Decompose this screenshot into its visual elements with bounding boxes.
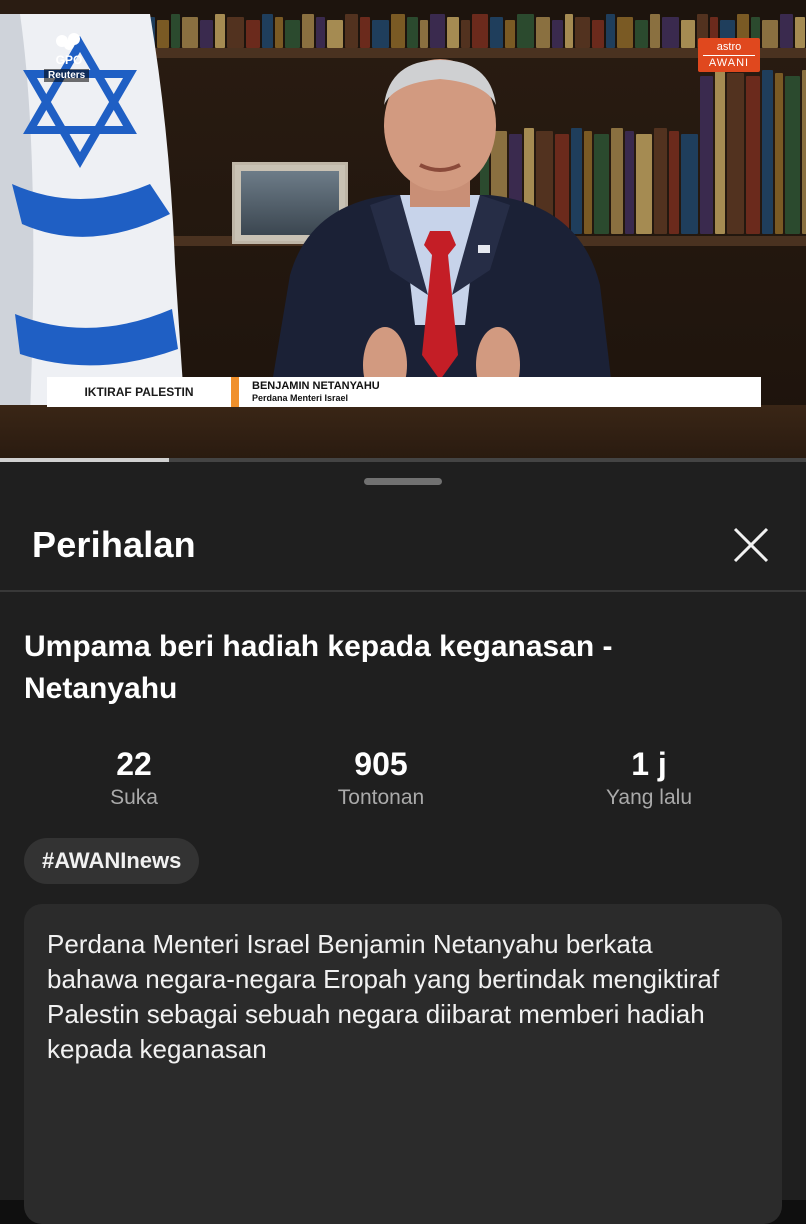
book-spine (775, 73, 783, 234)
book-spine (372, 20, 389, 48)
sheet-title: Perihalan (32, 524, 196, 565)
close-x-icon (733, 527, 769, 563)
book-spine (802, 70, 806, 234)
book-spine (461, 20, 470, 48)
book-spine (636, 134, 652, 234)
likes-label: Suka (110, 786, 158, 809)
description-text: Perdana Menteri Israel Benjamin Netanyah… (47, 929, 720, 1064)
stat-age: 1 j Yang lalu (549, 745, 749, 811)
drag-handle[interactable] (364, 478, 442, 485)
gpo-emblem-icon (56, 33, 80, 50)
header-divider (0, 590, 806, 592)
book-spine (762, 70, 773, 234)
book-spine (606, 14, 615, 48)
book-spine (391, 14, 405, 48)
book-spine (215, 14, 225, 48)
close-button[interactable] (728, 522, 774, 568)
book-spine (536, 17, 550, 48)
book-spine (700, 76, 713, 234)
book-spine (246, 20, 260, 48)
book-spine (746, 76, 760, 234)
book-spine (785, 76, 800, 234)
book-spine (715, 70, 725, 234)
description-sheet: Perihalan Umpama beri hadiah kepada kega… (0, 462, 806, 1224)
book-spine (762, 20, 778, 48)
channel-logo-top: astro (716, 41, 742, 53)
lower-third-name: BENJAMIN NETANYAHU (252, 380, 380, 392)
channel-logo-bottom: AWANI (703, 55, 755, 70)
book-spine (552, 20, 563, 48)
lower-third-role: Perdana Menteri Israel (252, 393, 349, 403)
lower-third: IKTIRAF PALESTIN BENJAMIN NETANYAHU Perd… (47, 377, 761, 407)
book-spine (635, 20, 648, 48)
book-spine (345, 14, 358, 48)
description-box: Perdana Menteri Israel Benjamin Netanyah… (24, 904, 782, 1224)
book-spine (617, 17, 633, 48)
stat-likes: 22 Suka (34, 745, 234, 811)
book-spine (654, 128, 667, 234)
book-spine (565, 14, 573, 48)
book-spine (420, 20, 428, 48)
upload-age: 1 j (631, 746, 667, 782)
book-spine (407, 17, 418, 48)
book-spine (200, 20, 213, 48)
source-credit: Reuters (44, 69, 90, 82)
israel-flag (0, 14, 190, 414)
book-spine (285, 20, 300, 48)
hashtag-chip[interactable]: #AWANInews (24, 838, 200, 884)
book-spine (316, 17, 325, 48)
video-title: Umpama beri hadiah kepada keganasan - Ne… (24, 630, 613, 705)
book-spine (505, 20, 515, 48)
channel-logo: astro AWANI (698, 38, 760, 72)
book-spine (490, 17, 503, 48)
views-count: 905 (354, 746, 408, 782)
book-spine (650, 14, 660, 48)
book-spine (681, 134, 698, 234)
gpo-logo: GPO (42, 32, 96, 67)
book-spine (430, 14, 445, 48)
book-spine (360, 17, 370, 48)
book-spine (669, 131, 679, 234)
book-spine (517, 14, 534, 48)
lower-third-accent (231, 377, 239, 407)
likes-count: 22 (116, 746, 152, 782)
video-player[interactable]: GPO Reuters astro AWANI IKTIRAF PALESTIN… (0, 0, 806, 458)
book-spine (575, 17, 590, 48)
book-spine (472, 14, 488, 48)
book-spine (327, 20, 343, 48)
book-spine (447, 17, 459, 48)
gpo-logo-text: GPO (55, 53, 83, 67)
stat-views: 905 Tontonan (281, 745, 481, 811)
book-spine (780, 14, 793, 48)
views-label: Tontonan (337, 786, 425, 809)
book-spine (727, 73, 744, 234)
book-spine (227, 17, 244, 48)
book-spine (662, 17, 679, 48)
book-spine (262, 14, 273, 48)
upload-age-label: Yang lalu (605, 786, 692, 809)
book-spine (302, 14, 314, 48)
lower-third-tag: IKTIRAF PALESTIN (84, 385, 194, 399)
book-spine (275, 17, 283, 48)
book-spine (592, 20, 604, 48)
desk (0, 405, 806, 458)
book-spine (795, 17, 805, 48)
book-spine (681, 20, 695, 48)
